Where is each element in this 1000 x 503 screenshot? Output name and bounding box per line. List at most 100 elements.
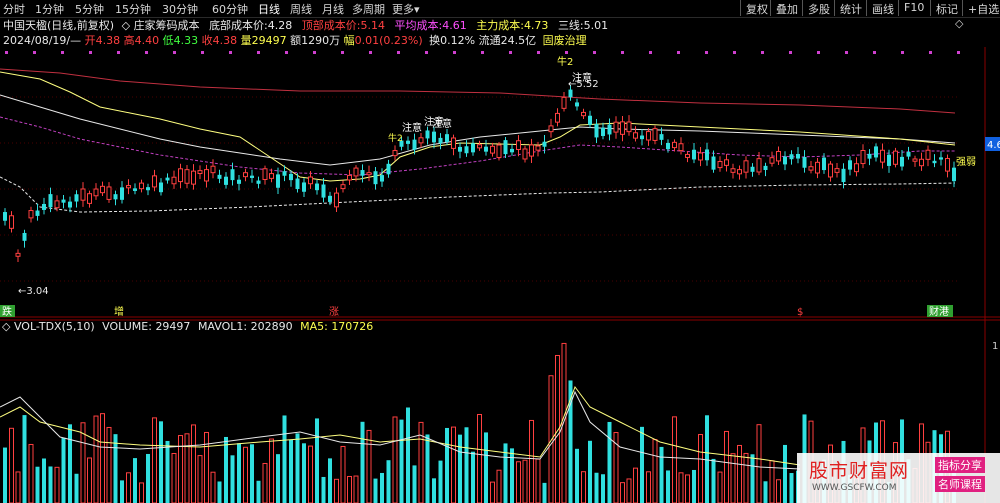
- change-label: 幅: [343, 34, 355, 47]
- volume-bar: [113, 434, 118, 503]
- adjust-button[interactable]: 复权: [740, 0, 772, 16]
- volume-bar: [510, 448, 514, 503]
- volume-bar: [360, 421, 365, 503]
- candle-body: [146, 187, 150, 191]
- candle-body: [756, 158, 762, 173]
- f10-button[interactable]: F10: [898, 0, 928, 16]
- volume-bar: [74, 473, 79, 503]
- candle-body: [250, 175, 254, 178]
- period-intraday[interactable]: 分时: [3, 1, 25, 17]
- candle-body: [35, 210, 40, 216]
- volume-bar: [347, 475, 352, 503]
- period-60min[interactable]: 60分钟: [212, 1, 248, 17]
- period-5min[interactable]: 5分钟: [75, 1, 104, 17]
- low-label: 低: [162, 34, 174, 47]
- period-daily[interactable]: 日线: [258, 1, 280, 17]
- period-15min[interactable]: 15分钟: [115, 1, 151, 17]
- volume-bar: [698, 434, 703, 503]
- amount-value: 1290万: [301, 34, 341, 47]
- candle-body: [789, 154, 794, 160]
- right-price-label: 4.6: [987, 140, 1000, 151]
- volume-bar: [633, 467, 638, 503]
- candle-body: [912, 158, 918, 162]
- signal-dot: [369, 51, 372, 54]
- signal-dot: [117, 51, 120, 54]
- support-line: [0, 176, 956, 213]
- candle-body: [282, 171, 287, 176]
- ma5-value: 170726: [331, 320, 374, 333]
- volume-bar: [438, 460, 443, 503]
- multi-stock-button[interactable]: 多股: [802, 0, 834, 16]
- candle-body: [542, 141, 547, 147]
- candle-body: [633, 132, 638, 139]
- candle-body: [607, 124, 612, 135]
- candle-body: [61, 199, 66, 203]
- watermark-tag-course[interactable]: 名师课程: [935, 476, 985, 492]
- indicator-settings-icon[interactable]: ◇: [122, 19, 130, 32]
- volume-bar: [458, 434, 462, 503]
- expand-icon[interactable]: ◇: [955, 17, 963, 30]
- volume-bar: [28, 443, 34, 503]
- volume-bar: [685, 474, 690, 503]
- volume-bar: [620, 482, 625, 503]
- signal-dot: [509, 51, 512, 54]
- dollar-label: $: [797, 307, 803, 318]
- volume-bar: [80, 422, 86, 503]
- volume-bar: [717, 471, 723, 503]
- top-cost-value: 5.14: [360, 19, 386, 32]
- period-multi[interactable]: 多周期: [352, 1, 385, 17]
- candle-body: [867, 153, 872, 159]
- volume-bar: [262, 462, 268, 503]
- candle-body: [575, 102, 579, 107]
- volume-bar: [432, 478, 436, 503]
- candle-body: [152, 175, 157, 188]
- mark-button[interactable]: 标记: [930, 0, 962, 16]
- volume-bar: [601, 474, 605, 503]
- volume-bar: [334, 478, 339, 503]
- volume-bar: [776, 479, 781, 503]
- volume-bar: [165, 440, 170, 503]
- volume-bar: [302, 443, 306, 503]
- candle-body: [3, 212, 7, 221]
- candle-body: [919, 158, 924, 167]
- candle-body: [685, 153, 690, 158]
- volume-value: 29497: [155, 320, 191, 333]
- draw-line-button[interactable]: 画线: [866, 0, 898, 16]
- candle-body: [373, 171, 378, 185]
- add-watchlist-button[interactable]: +自选: [962, 0, 1000, 16]
- signal-dot: [425, 51, 428, 54]
- candle-body: [769, 157, 775, 164]
- candle-body: [698, 152, 703, 161]
- overlay-button[interactable]: 叠加: [770, 0, 802, 16]
- volume-bar: [783, 444, 787, 503]
- volume-bar: [724, 430, 729, 503]
- candle-body: [659, 134, 664, 140]
- candle-body: [276, 174, 280, 188]
- signal-dots: [5, 51, 960, 54]
- candle-body: [620, 121, 625, 135]
- candle-body: [854, 163, 859, 173]
- candle-body: [730, 168, 736, 173]
- volume-settings-icon[interactable]: ◇: [2, 320, 10, 333]
- statistics-button[interactable]: 统计: [834, 0, 866, 16]
- attention-label-2: 注意: [402, 121, 422, 134]
- candle-body: [380, 175, 384, 182]
- watermark-tag-share[interactable]: 指标分享: [935, 457, 985, 473]
- period-monthly[interactable]: 月线: [322, 1, 344, 17]
- volume-bar: [425, 434, 430, 503]
- candle-body: [237, 179, 241, 184]
- concept-tag[interactable]: 固废治理: [543, 34, 587, 47]
- kline-chart[interactable]: ←3.04 ←5.52 牛2 牛2 注意 注意 注意 注意 强弱 4.6 跌 增…: [0, 47, 1000, 503]
- period-more-label: 更多: [392, 3, 414, 16]
- volume-bar: [581, 471, 586, 503]
- ma-yellow-line: [0, 71, 956, 182]
- candle-body: [406, 140, 410, 144]
- candle-body: [28, 210, 34, 219]
- signal-dot: [929, 51, 932, 54]
- period-30min[interactable]: 30分钟: [162, 1, 198, 17]
- period-more[interactable]: 更多▾: [392, 1, 420, 17]
- open-value: 4.38: [95, 34, 121, 47]
- period-1min[interactable]: 1分钟: [35, 1, 64, 17]
- volume-bar: [22, 415, 27, 503]
- period-weekly[interactable]: 周线: [290, 1, 312, 17]
